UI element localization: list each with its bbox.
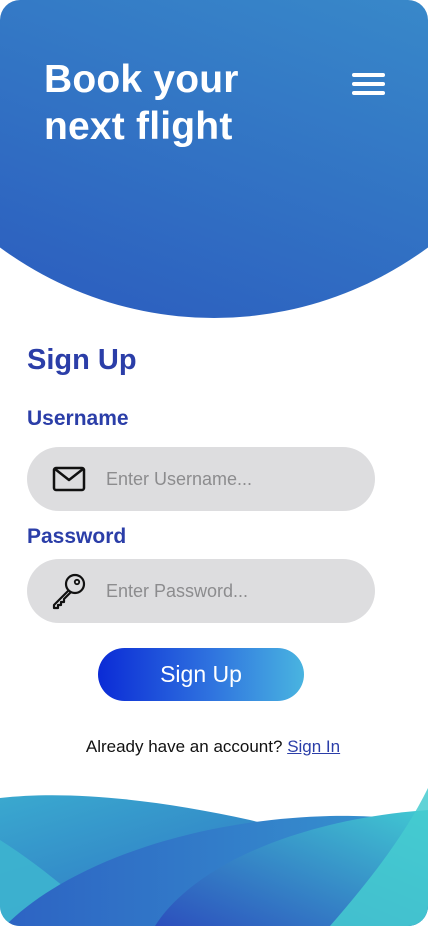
footer-waves xyxy=(0,788,428,926)
key-icon xyxy=(49,571,89,611)
password-field[interactable] xyxy=(27,559,375,623)
username-field[interactable] xyxy=(27,447,375,511)
password-label: Password xyxy=(27,525,127,548)
username-input[interactable] xyxy=(104,458,348,500)
app-screen: Book your next flight Sign Up Username P… xyxy=(0,0,428,926)
sign-in-row: Already have an account? Sign In xyxy=(20,737,406,757)
form-title: Sign Up xyxy=(27,344,137,376)
username-label: Username xyxy=(27,407,129,430)
password-input[interactable] xyxy=(104,570,348,612)
envelope-icon xyxy=(49,459,89,499)
hamburger-menu-icon[interactable] xyxy=(346,68,390,102)
sign-in-prompt: Already have an account? xyxy=(85,737,283,756)
sign-up-button[interactable]: Sign Up xyxy=(98,648,304,701)
sign-in-link[interactable]: Sign In xyxy=(287,737,340,756)
header-background xyxy=(0,0,428,318)
page-title: Book your next flight xyxy=(44,58,239,148)
